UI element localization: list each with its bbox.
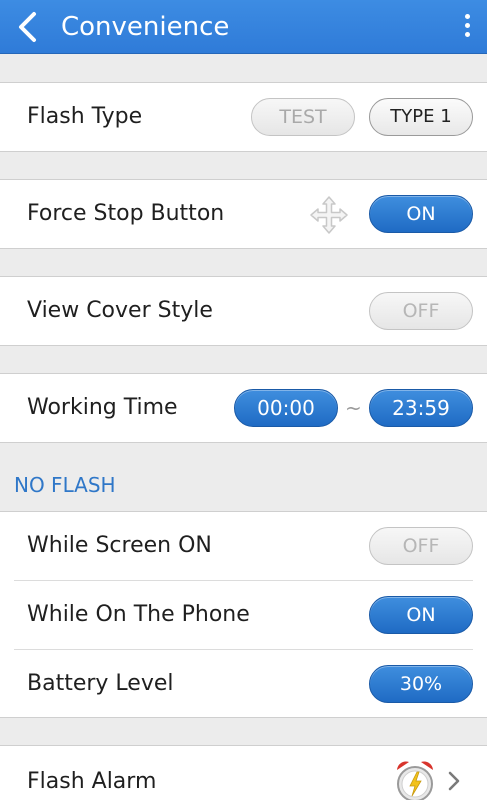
flash-type-label: Flash Type <box>27 104 143 129</box>
view-cover-row: View Cover Style OFF <box>0 277 487 345</box>
view-cover-label: View Cover Style <box>27 298 213 323</box>
battery-level-label: Battery Level <box>27 671 174 696</box>
battery-level-button[interactable]: 30% <box>369 665 473 703</box>
alarm-clock-icon <box>397 761 433 800</box>
chevron-left-icon <box>19 12 36 42</box>
flash-type-select-button[interactable]: TYPE 1 <box>369 98 473 136</box>
app-screen: Convenience Flash Type TEST TYPE 1 Force… <box>0 0 487 800</box>
overflow-menu-icon <box>464 14 470 19</box>
force-stop-row: Force Stop Button ON <box>0 180 487 248</box>
force-stop-label: Force Stop Button <box>27 201 225 226</box>
while-on-phone-toggle[interactable]: ON <box>369 596 473 634</box>
while-screen-on-row: While Screen ON OFF <box>0 512 487 580</box>
no-flash-card: While Screen ON OFF While On The Phone O… <box>0 511 487 718</box>
flash-type-row: Flash Type TEST TYPE 1 <box>0 83 487 151</box>
battery-level-row: Battery Level 30% <box>0 650 487 718</box>
force-stop-card: Force Stop Button ON <box>0 179 487 249</box>
working-time-card: Working Time 00:00 ~ 23:59 <box>0 373 487 443</box>
flash-alarm-label: Flash Alarm <box>27 769 157 794</box>
header-bar: Convenience <box>0 0 487 54</box>
view-cover-card: View Cover Style OFF <box>0 276 487 346</box>
while-on-phone-row: While On The Phone ON <box>0 581 487 649</box>
back-button[interactable] <box>12 8 46 46</box>
working-time-label: Working Time <box>27 395 178 420</box>
test-button[interactable]: TEST <box>251 98 355 136</box>
start-time-button[interactable]: 00:00 <box>234 389 338 427</box>
while-on-phone-label: While On The Phone <box>27 602 250 627</box>
time-separator: ~ <box>345 396 362 420</box>
while-screen-on-label: While Screen ON <box>27 533 212 558</box>
force-stop-toggle[interactable]: ON <box>369 195 473 233</box>
while-screen-on-toggle[interactable]: OFF <box>369 527 473 565</box>
move-arrows-icon[interactable] <box>308 194 350 236</box>
working-time-row: Working Time 00:00 ~ 23:59 <box>0 374 487 442</box>
overflow-menu-button[interactable] <box>457 10 477 44</box>
end-time-button[interactable]: 23:59 <box>369 389 473 427</box>
flash-type-card: Flash Type TEST TYPE 1 <box>0 82 487 152</box>
chevron-right-icon[interactable] <box>446 768 462 794</box>
view-cover-toggle[interactable]: OFF <box>369 292 473 330</box>
page-title: Convenience <box>61 12 230 42</box>
no-flash-section-title: NO FLASH <box>14 473 116 497</box>
